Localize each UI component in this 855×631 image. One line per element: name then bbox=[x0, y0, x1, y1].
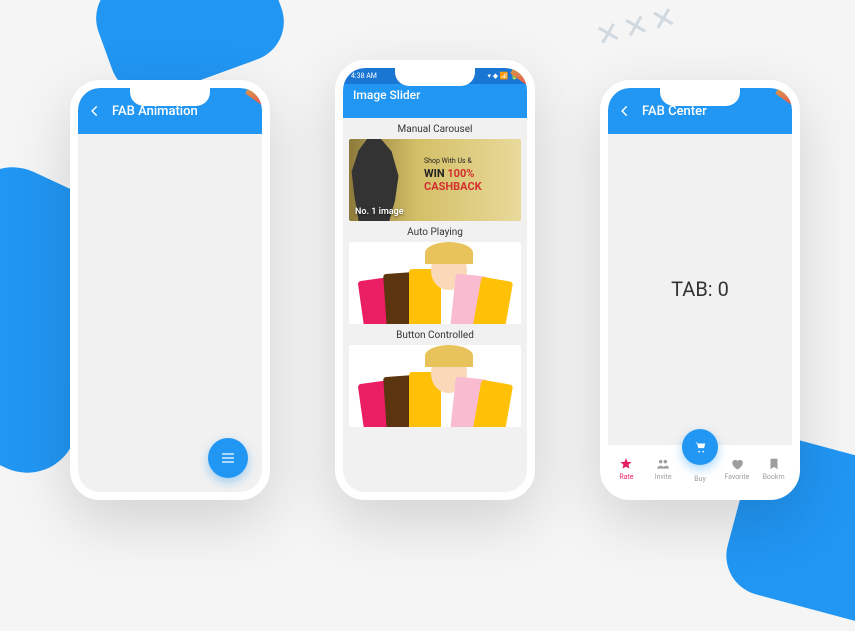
back-icon[interactable] bbox=[618, 104, 632, 118]
cart-icon bbox=[693, 440, 707, 454]
fab-button[interactable] bbox=[208, 438, 248, 478]
nav-rate[interactable]: Rate bbox=[608, 445, 645, 492]
section-title-auto: Auto Playing bbox=[343, 221, 527, 242]
back-icon[interactable] bbox=[88, 104, 102, 118]
people-icon bbox=[656, 457, 670, 471]
nav-bookmark[interactable]: Bookm bbox=[755, 445, 792, 492]
tab-indicator: TAB: 0 bbox=[671, 277, 729, 301]
carousel-slide[interactable] bbox=[349, 242, 521, 324]
star-icon bbox=[619, 457, 633, 471]
heart-icon bbox=[730, 457, 744, 471]
nav-buy[interactable]: Buy bbox=[682, 445, 719, 492]
nav-invite[interactable]: Invite bbox=[645, 445, 682, 492]
carousel-slide[interactable] bbox=[349, 345, 521, 427]
phone-fab-animation: FAB Animation bbox=[70, 80, 270, 500]
section-title-manual: Manual Carousel bbox=[343, 118, 527, 139]
section-title-button: Button Controlled bbox=[343, 324, 527, 345]
bg-lines: ✕ ✕ ✕ bbox=[592, 0, 679, 55]
nav-favorite[interactable]: Favorite bbox=[718, 445, 755, 492]
carousel-slide[interactable]: Shop With Us & WIN 100% CASHBACK No. 1 i… bbox=[349, 139, 521, 221]
fab-center-button[interactable] bbox=[682, 429, 718, 465]
phone-fab-center: FAB Center TAB: 0 Rate Invite Buy Fav bbox=[600, 80, 800, 500]
status-time: 4:38 AM bbox=[351, 72, 377, 80]
phone-image-slider: 4:38 AM ▾ ◆ 📶 🔋 Image Slider Manual Caro… bbox=[335, 60, 535, 500]
banner-text: Shop With Us & WIN 100% CASHBACK bbox=[424, 157, 521, 193]
slide-caption: No. 1 image bbox=[355, 207, 404, 217]
bottom-nav: Rate Invite Buy Favorite Bookm bbox=[608, 444, 792, 492]
appbar-title: Image Slider bbox=[353, 88, 420, 102]
body-content: TAB: 0 bbox=[608, 134, 792, 444]
bookmark-icon bbox=[767, 457, 781, 471]
appbar: Image Slider bbox=[343, 84, 527, 118]
